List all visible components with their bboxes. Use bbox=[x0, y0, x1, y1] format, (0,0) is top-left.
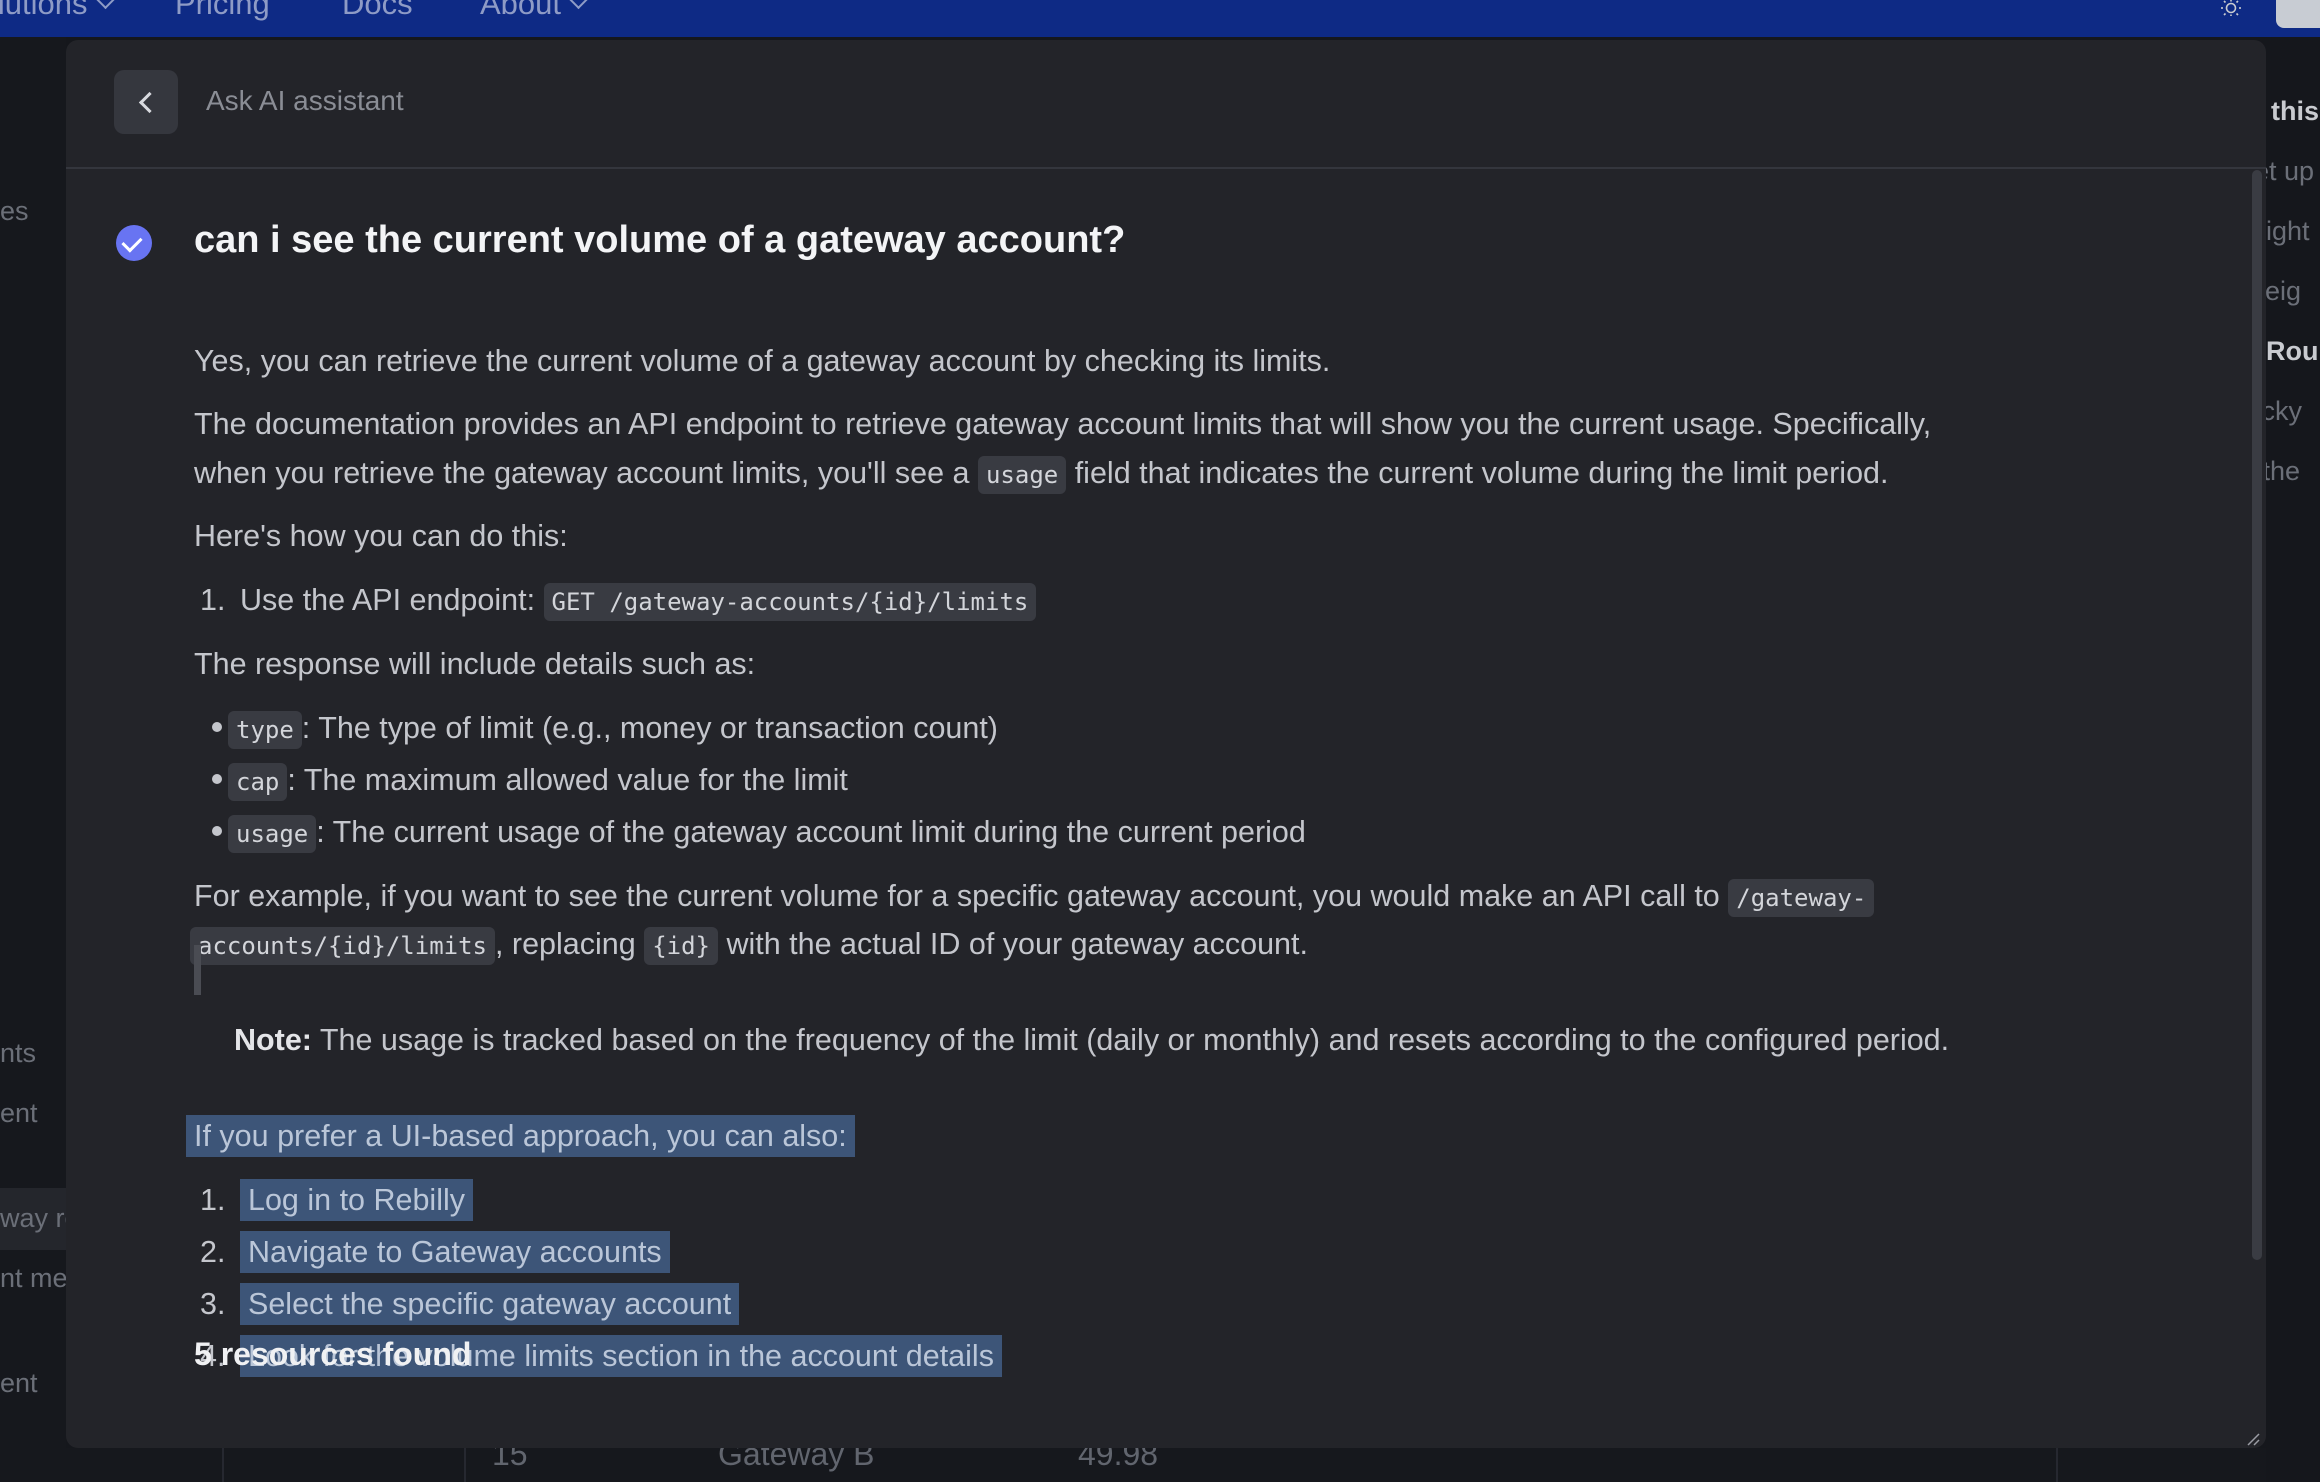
answer-ui-intro: If you prefer a UI-based approach, you c… bbox=[186, 1112, 855, 1160]
list-item: 2. Navigate to Gateway accounts bbox=[200, 1228, 670, 1276]
list-item: type: The type of limit (e.g., money or … bbox=[200, 704, 998, 754]
modal-title: Ask AI assistant bbox=[206, 85, 404, 116]
inline-code: accounts/{id}/limits bbox=[190, 927, 495, 965]
answer-example-line: accounts/{id}/limits, replacing {id} wit… bbox=[190, 920, 1308, 970]
list-item: 1. Use the API endpoint: GET /gateway-acc… bbox=[200, 576, 1037, 626]
inline-code: usage bbox=[228, 815, 317, 853]
bullet-icon bbox=[212, 826, 222, 836]
back-button[interactable] bbox=[114, 70, 178, 134]
user-question: can i see the current volume of a gatewa… bbox=[194, 219, 1126, 261]
nav-docs[interactable]: Docs bbox=[342, 0, 413, 22]
inline-code: type bbox=[228, 711, 302, 749]
chevron-left-icon bbox=[138, 91, 161, 114]
answer-intro: Yes, you can retrieve the current volume… bbox=[194, 344, 1331, 378]
answer-response-intro: The response will include details such a… bbox=[194, 647, 756, 681]
sun-icon[interactable] bbox=[2218, 0, 2244, 20]
top-navigation: Solutions Pricing Docs About bbox=[0, 0, 2320, 37]
answer-paragraph-line: when you retrieve the gateway account li… bbox=[194, 449, 1888, 499]
modal-header: Ask AI assistant bbox=[66, 40, 2266, 169]
answer-example-line: For example, if you want to see the curr… bbox=[194, 872, 1875, 922]
resize-handle-icon[interactable] bbox=[2246, 1432, 2260, 1446]
inline-code: {id} bbox=[644, 927, 718, 965]
background-table-divider bbox=[464, 1448, 466, 1482]
top-action-button[interactable] bbox=[2276, 0, 2320, 28]
answer-paragraph-line: The documentation provides an API endpoi… bbox=[194, 407, 1932, 441]
background-toc-item: Rou bbox=[2266, 336, 2319, 366]
background-sidebar-text: nt me bbox=[0, 1263, 68, 1293]
resources-heading: 5 resources found bbox=[194, 1336, 472, 1372]
list-item: 1. Log in to Rebilly bbox=[200, 1176, 474, 1224]
chevron-down-icon bbox=[94, 0, 116, 10]
note-blockquote: Note: The usage is tracked based on the … bbox=[234, 1023, 1950, 1057]
background-sidebar-text: nts bbox=[0, 1038, 37, 1068]
chevron-down-icon bbox=[567, 0, 590, 10]
background-sidebar-text: ent bbox=[0, 1098, 38, 1128]
background-table-divider bbox=[2056, 1448, 2058, 1482]
nav-pricing[interactable]: Pricing bbox=[175, 0, 270, 22]
background-table bbox=[66, 1448, 2266, 1482]
bullet-icon bbox=[212, 774, 222, 784]
scrollbar[interactable] bbox=[2252, 170, 2262, 1260]
nav-solutions[interactable]: Solutions bbox=[0, 0, 116, 22]
answer-howto: Here's how you can do this: bbox=[194, 519, 568, 553]
inline-code: cap bbox=[228, 763, 288, 801]
list-item: usage: The current usage of the gateway … bbox=[200, 808, 1306, 858]
background-sidebar-text: es bbox=[0, 196, 29, 226]
blockquote-bar bbox=[194, 945, 201, 995]
list-item: cap: The maximum allowed value for the l… bbox=[200, 756, 848, 806]
background-sidebar-text: ent bbox=[0, 1368, 38, 1398]
inline-code: usage bbox=[977, 456, 1067, 494]
check-circle-icon bbox=[116, 225, 152, 261]
background-table-divider bbox=[222, 1448, 224, 1482]
inline-code: /gateway- bbox=[1728, 879, 1875, 917]
bullet-icon bbox=[212, 722, 222, 732]
inline-code: GET /gateway-accounts/{id}/limits bbox=[543, 583, 1037, 621]
list-item: 3. Select the specific gateway account bbox=[200, 1280, 740, 1328]
nav-about[interactable]: About bbox=[480, 0, 590, 22]
ai-assistant-modal: Ask AI assistant can i see the current v… bbox=[66, 40, 2266, 1448]
